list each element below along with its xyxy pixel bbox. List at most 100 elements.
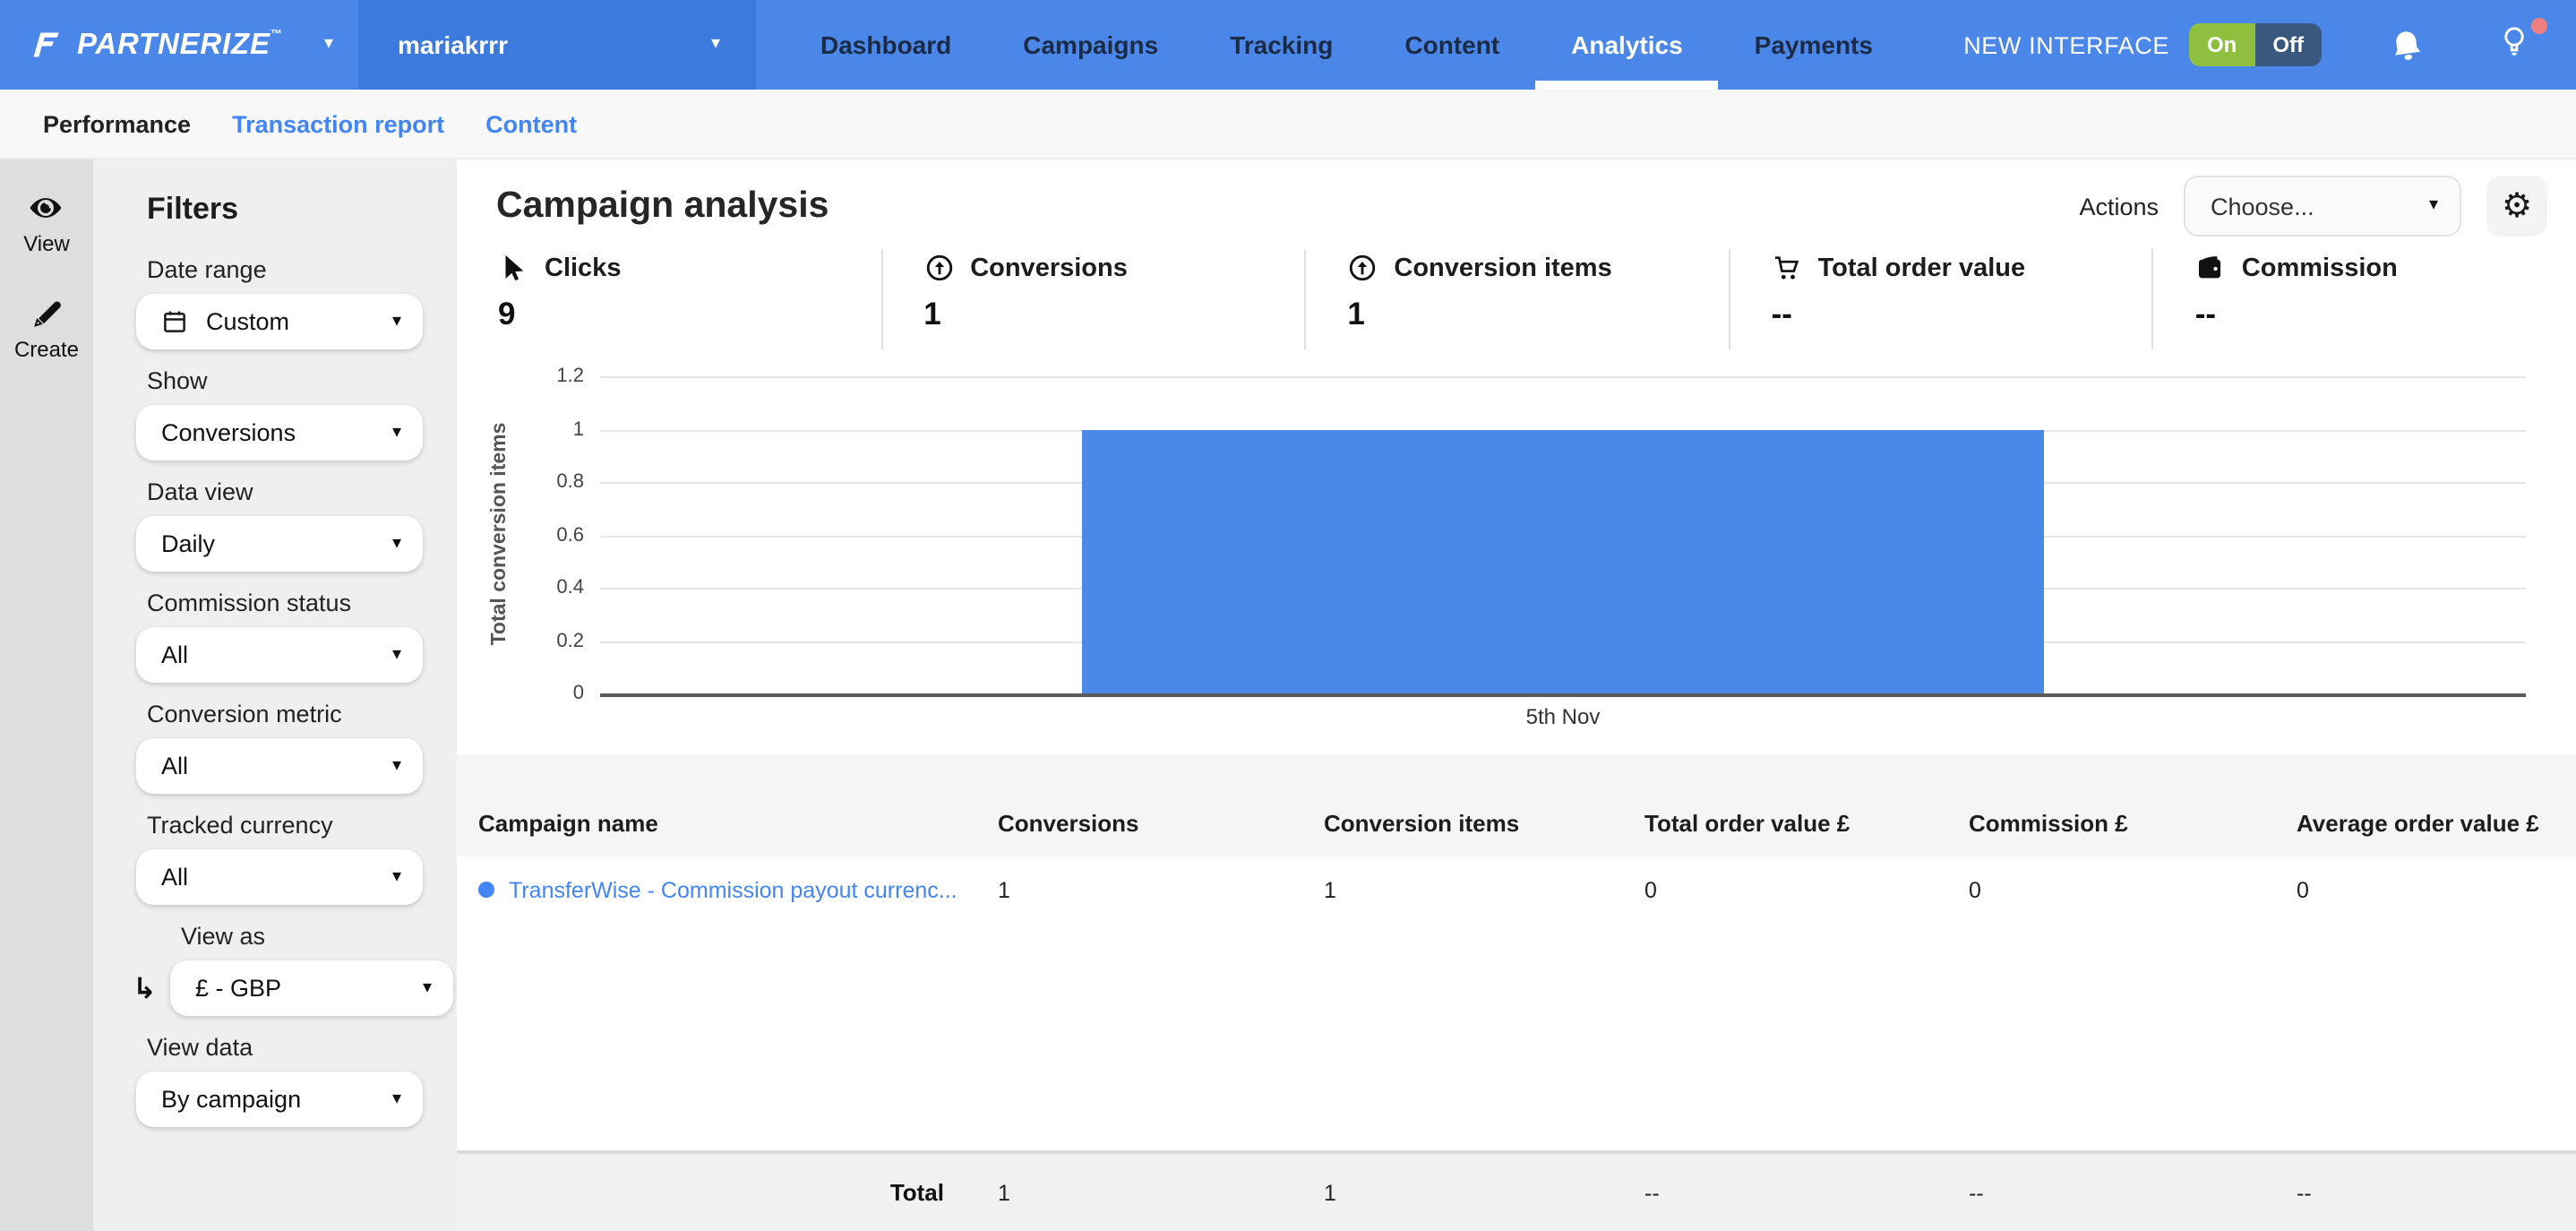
selected-value: By campaign [161,1086,301,1113]
filter-group-commission-status: Commission status All▾ [136,590,457,683]
y-tick-label: 0.6 [556,524,584,546]
subnav-item-transaction-report[interactable]: Transaction report [232,110,444,137]
data-view-select[interactable]: Daily▾ [136,516,423,572]
help-bulb-button[interactable] [2499,22,2529,67]
col-header-commission[interactable]: Commission £ [1947,810,2275,837]
app-root: PARTNERIZE™ ▾ mariakrrr ▾ DashboardCampa… [0,0,2576,1231]
eye-icon [28,190,65,226]
left-rail: View Create [0,159,93,1231]
subnav-item-performance[interactable]: Performance [43,110,191,137]
toggle-off-button[interactable]: Off [2254,23,2322,66]
view-as-select[interactable]: £ - GBP▾ [170,960,453,1016]
conversion-circle-icon [1347,253,1378,283]
total-cell: 1 [1302,1180,1623,1205]
rail-item-create[interactable]: Create [14,296,79,362]
conversion-metric-select[interactable]: All▾ [136,738,423,794]
y-tick-label: 0.4 [556,577,584,598]
filter-group-date-range: Date range Custom▾ [136,256,457,349]
nav-item-analytics[interactable]: Analytics [1535,0,1719,90]
tracked-currency-select[interactable]: All▾ [136,849,423,905]
rail-item-view[interactable]: View [23,190,70,256]
bar-5th-nov[interactable] [1082,429,2045,693]
filter-group-tracked-currency: Tracked currency All▾ [136,812,457,905]
conversion-circle-icon [923,253,954,283]
pencil-icon [28,296,65,331]
actions-bar: Actions Choose... ▾ ⚙ [2079,176,2547,237]
date-range-select[interactable]: Custom▾ [136,294,423,349]
chevron-down-icon: ▾ [392,1090,401,1108]
gear-icon: ⚙ [2502,185,2532,227]
nav-item-content[interactable]: Content [1369,0,1535,90]
settings-button[interactable]: ⚙ [2486,176,2547,237]
new-interface-toggle[interactable]: On Off [2189,23,2322,66]
filter-label: Commission status [147,590,457,616]
chevron-down-icon: ▾ [423,979,432,997]
metric-value: 1 [923,296,1304,333]
campaign-link[interactable]: TransferWise - Commission payout currenc… [509,877,957,902]
filter-label: Tracked currency [147,812,457,839]
selected-value: Custom [206,308,289,335]
metric-value: -- [2195,296,2576,333]
main-header: Campaign analysis Actions Choose... ▾ ⚙ [496,174,2547,238]
metric-value: 9 [498,296,880,333]
gridline [600,376,2526,378]
calendar-icon [161,308,188,335]
cursor-icon [498,253,528,283]
y-tick-label: 1 [573,418,584,440]
y-tick-label: 1.2 [556,366,584,387]
chart-plot: 00.20.40.60.811.25th Nov [600,376,2526,693]
toggle-on-button[interactable]: On [2189,23,2254,66]
nav-item-dashboard[interactable]: Dashboard [785,0,987,90]
new-interface-label: NEW INTERFACE [1963,31,2169,58]
notifications-bell-icon[interactable] [2388,26,2426,65]
account-selector[interactable]: mariakrrr ▾ [358,0,756,90]
filters-heading: Filters [147,192,457,228]
actions-select-value: Choose... [2211,193,2314,220]
filter-groups: Date rangeCustom▾ShowConversions▾Data vi… [136,256,457,1127]
col-header-total-order-value[interactable]: Total order value £ [1623,810,1947,837]
chevron-down-icon: ▾ [392,535,401,553]
col-header-conversions[interactable]: Conversions [976,810,1302,837]
campaign-dot [478,882,494,898]
lightbulb-icon [2499,22,2529,58]
cell: 0 [2275,877,2576,902]
selected-value: All [161,753,188,779]
nav-item-campaigns[interactable]: Campaigns [987,0,1194,90]
brand-menu[interactable]: PARTNERIZE™ ▾ [0,0,358,90]
col-header-conversion-items[interactable]: Conversion items [1302,810,1623,837]
actions-label: Actions [2079,193,2159,220]
total-cell: -- [1623,1180,1947,1205]
topbar-right: NEW INTERFACE On Off [1963,0,2576,90]
filters-panel: Filters Date rangeCustom▾ShowConversions… [93,159,457,1231]
show-select[interactable]: Conversions▾ [136,405,423,461]
y-tick-label: 0.8 [556,471,584,493]
total-cell: 1 [976,1180,1302,1205]
campaign-cell: TransferWise - Commission payout currenc… [457,877,976,902]
x-tick-label: 5th Nov [1526,704,1601,729]
actions-select[interactable]: Choose... ▾ [2184,176,2461,237]
view-data-select[interactable]: By campaign ▾ [136,1072,423,1127]
brand-wordmark: PARTNERIZE™ [77,28,283,62]
notification-dot [2531,17,2547,33]
subnav-item-content[interactable]: Content [485,110,577,137]
y-axis-title: Total conversion items [489,423,511,646]
commission-status-select[interactable]: All▾ [136,627,423,683]
account-name: mariakrrr [398,30,508,59]
total-cell: -- [2275,1180,2576,1205]
cart-icon [1772,253,1802,283]
nav-item-tracking[interactable]: Tracking [1194,0,1369,90]
wallet-icon [2195,253,2226,283]
filter-label: Date range [147,256,457,283]
cell: 0 [1947,877,2275,902]
metric-label: Conversion items [1394,254,1611,282]
gridline [600,693,2526,697]
filter-label: Data view [147,478,457,505]
col-header-campaign-name[interactable]: Campaign name [457,810,976,837]
col-header-average-order-value[interactable]: Average order value £ [2275,810,2576,837]
y-tick-label: 0 [573,683,584,704]
metric-value: 1 [1347,296,1728,333]
nav-item-payments[interactable]: Payments [1719,0,1909,90]
cell: 0 [1623,877,1947,902]
metric-commission: Commission-- [2152,249,2576,349]
table-row: TransferWise - Commission payout currenc… [457,857,2576,923]
